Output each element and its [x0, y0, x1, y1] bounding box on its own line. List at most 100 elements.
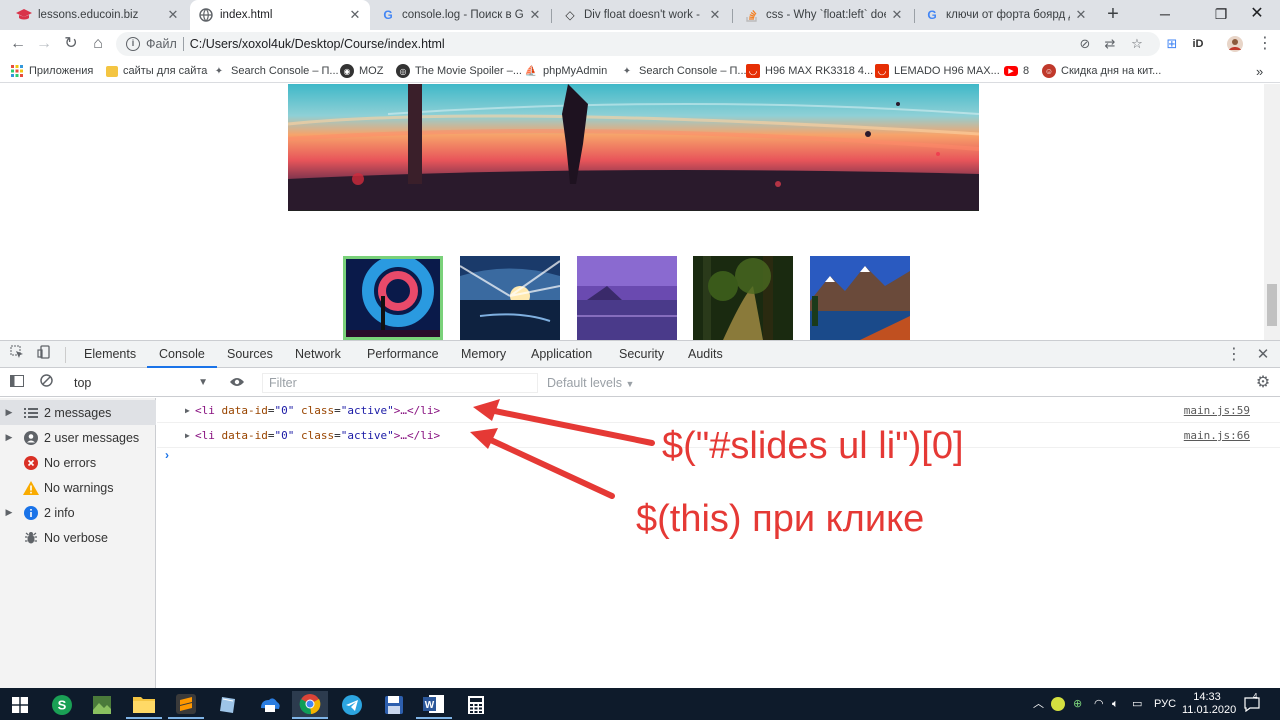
save-disk-icon[interactable]	[376, 691, 412, 719]
calculator-icon[interactable]	[458, 691, 494, 719]
address-bar[interactable]: i Файл C:/Users/xoxol4uk/Desktop/Course/…	[116, 32, 1160, 56]
photo-viewer-icon[interactable]	[84, 691, 120, 719]
new-tab-button[interactable]: +	[1102, 4, 1124, 26]
minimize-button[interactable]: ─	[1142, 0, 1188, 30]
tab-title: ключи от форта боярд дед	[946, 9, 1070, 21]
bookmark-moz[interactable]: ◉ MOZ	[340, 62, 383, 80]
bookmark-label: Search Console – П...	[639, 65, 747, 77]
word-icon[interactable]: W	[416, 691, 452, 719]
bookmark-h96-2[interactable]: ◡ LEMADO H96 MAX...	[875, 62, 1000, 80]
menu-icon[interactable]: ⋮	[1256, 35, 1274, 53]
browser-toolbar: ← → ↻ ⌂ i Файл C:/Users/xoxol4uk/Desktop…	[0, 30, 1280, 58]
bookmark-phpmyadmin[interactable]: ⛵ phpMyAdmin	[524, 62, 607, 80]
back-button[interactable]: ←	[8, 34, 28, 54]
bookmark-h96-1[interactable]: ◡ H96 MAX RK3318 4...	[746, 62, 873, 80]
start-button[interactable]	[2, 691, 38, 719]
wifi-icon[interactable]: ◠	[1094, 688, 1104, 720]
bookmark-label: MOZ	[359, 65, 384, 77]
svg-text:W: W	[425, 700, 435, 711]
annotation-first: $("#slides ul li")[0]	[662, 425, 964, 467]
bookmark-label: LEMADO H96 MAX...	[894, 65, 1000, 77]
page-viewport	[0, 84, 1280, 340]
tab-stackoverflow[interactable]: css - Why `float:left` doesn't w ✕	[736, 0, 912, 30]
translate-extension-icon[interactable]: ⊞	[1163, 35, 1181, 53]
forward-button[interactable]: →	[34, 34, 54, 54]
bookmark-star-icon[interactable]: ☆	[1128, 35, 1146, 53]
home-button[interactable]: ⌂	[88, 34, 108, 54]
bookmark-search-console-1[interactable]: ✦ Search Console – П...	[212, 62, 339, 80]
tab-fort-boyard[interactable]: G ключи от форта боярд дед ✕	[916, 0, 1096, 30]
search-console-icon: ✦	[214, 65, 224, 77]
bookmark-label: Приложения	[29, 65, 94, 77]
clock[interactable]: 14:33 11.01.2020	[1182, 688, 1237, 720]
bookmark-folder[interactable]: сайты для сайта	[106, 62, 207, 80]
show-hidden-icons[interactable]: ︿	[1033, 688, 1044, 720]
bookmark-skidka[interactable]: ☺ Скидка дня на кит...	[1042, 62, 1161, 80]
close-icon[interactable]: ✕	[708, 7, 722, 23]
notifications-icon[interactable]: 4	[1244, 688, 1264, 720]
clock-date: 11.01.2020	[1182, 704, 1237, 716]
telegram-icon[interactable]	[334, 691, 370, 719]
bookmarks-bar: Приложения сайты для сайта ✦ Search Conso…	[0, 58, 1280, 83]
profile-avatar[interactable]	[1226, 35, 1244, 53]
globe-icon	[198, 7, 214, 23]
skype-icon[interactable]: S	[44, 691, 80, 719]
clock-time: 14:33	[1193, 691, 1221, 703]
code-icon: ◇	[565, 8, 575, 22]
close-icon[interactable]: ✕	[890, 7, 904, 23]
thumbnail-2[interactable]	[460, 256, 560, 340]
page-scrollbar[interactable]	[1264, 84, 1280, 340]
translate-icon[interactable]: ⇄	[1101, 35, 1119, 53]
apps-grid-icon	[10, 64, 24, 78]
moz-icon: ◉	[340, 64, 354, 78]
close-icon[interactable]: ✕	[1074, 7, 1088, 23]
bookmark-label: 8	[1023, 65, 1030, 77]
tray-shield-icon[interactable]: ⊕	[1073, 688, 1082, 720]
thumbnail-1[interactable]	[343, 256, 443, 340]
close-icon[interactable]: ✕	[528, 7, 542, 23]
info-icon[interactable]: i	[126, 37, 140, 51]
sublime-text-icon[interactable]	[168, 691, 204, 719]
window-close-button[interactable]: ✕	[1234, 0, 1280, 30]
chrome-icon[interactable]	[292, 691, 328, 719]
reload-button[interactable]: ↻	[61, 34, 81, 54]
bookmark-apps[interactable]: Приложения	[10, 62, 93, 80]
search-console-icon: ✦	[622, 65, 632, 77]
graduation-cap-icon	[16, 7, 32, 23]
tab-title: index.html	[220, 9, 273, 21]
thumbnail-3[interactable]	[577, 256, 677, 340]
browser-window: lessons.educoin.biz ✕ index.html ✕ G con…	[0, 0, 1280, 720]
bookmark-label: H96 MAX RK3318 4...	[765, 65, 874, 77]
tab-console-log[interactable]: G console.log - Поиск в Google ✕	[372, 0, 550, 30]
notebook-icon[interactable]	[210, 691, 246, 719]
bookmarks-more-button[interactable]: »	[1256, 62, 1263, 80]
globe-icon: ◎	[396, 64, 410, 78]
tab-index[interactable]: index.html ✕	[190, 0, 370, 30]
tab-div-float[interactable]: ◇ Div float doesn't work - HTML ✕	[554, 0, 730, 30]
aliexpress-icon: ◡	[746, 64, 760, 78]
tab-title: Div float doesn't work - HTML	[584, 9, 704, 21]
network-icon[interactable]: ▭	[1132, 688, 1142, 720]
id-extension-icon[interactable]: iD	[1189, 35, 1207, 53]
aliexpress-icon: ◡	[875, 64, 889, 78]
tab-lessons[interactable]: lessons.educoin.biz ✕	[8, 0, 188, 30]
thumbnail-4[interactable]	[693, 256, 793, 340]
close-icon[interactable]: ✕	[348, 7, 362, 23]
bookmark-movie-spoiler[interactable]: ◎ The Movie Spoiler –...	[396, 62, 522, 80]
bookmark-search-console-2[interactable]: ✦ Search Console – П...	[620, 62, 747, 80]
cookie-blocked-icon[interactable]: ⊘	[1076, 35, 1094, 53]
url-text[interactable]: C:/Users/xoxol4uk/Desktop/Course/index.h…	[190, 37, 445, 51]
bookmark-label: сайты для сайта	[123, 65, 208, 77]
svg-text:S: S	[58, 698, 67, 713]
tray-app-icon[interactable]	[1051, 688, 1065, 720]
thumbnail-5[interactable]	[810, 256, 910, 340]
close-icon[interactable]: ✕	[166, 7, 180, 23]
bookmark-youtube[interactable]: ▶ 8	[1004, 62, 1029, 80]
bookmark-label: Скидка дня на кит...	[1061, 65, 1162, 77]
file-explorer-icon[interactable]	[126, 691, 162, 719]
scrollbar-thumb[interactable]	[1267, 284, 1277, 326]
input-language[interactable]: РУС	[1154, 688, 1176, 720]
vpn-icon[interactable]	[252, 691, 288, 719]
youtube-icon: ▶	[1004, 66, 1018, 76]
volume-icon[interactable]: 🔈︎	[1112, 688, 1119, 720]
